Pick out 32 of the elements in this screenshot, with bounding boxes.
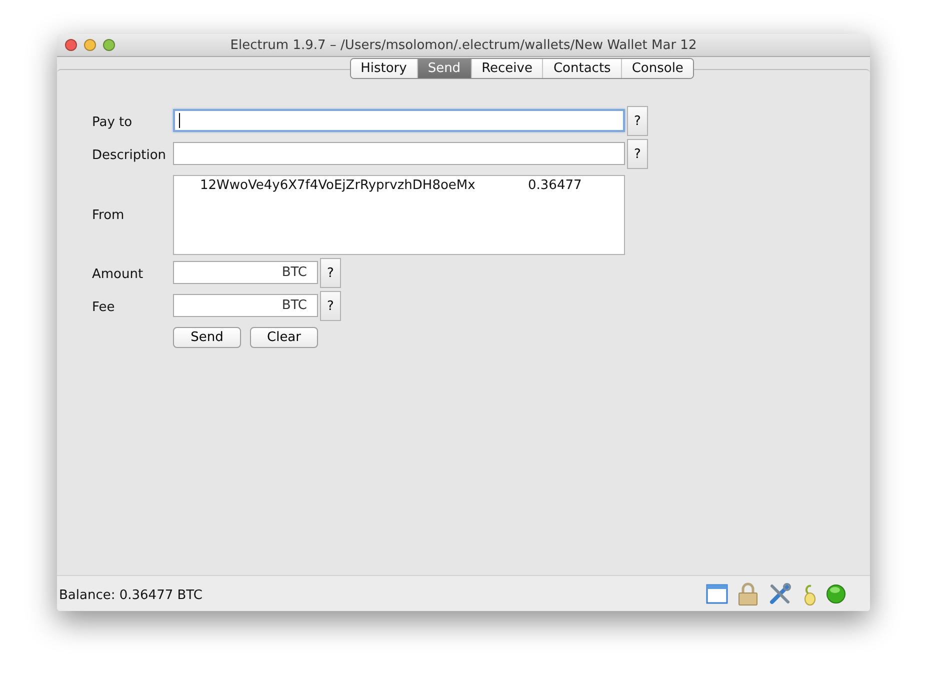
close-button[interactable] bbox=[65, 39, 77, 51]
help-button[interactable]: ? bbox=[320, 291, 341, 321]
clear-button[interactable]: Clear bbox=[250, 327, 318, 348]
help-button[interactable]: ? bbox=[627, 106, 648, 136]
minimize-button[interactable] bbox=[84, 39, 96, 51]
text-field[interactable] bbox=[173, 142, 625, 165]
field-label: Amount bbox=[92, 267, 144, 282]
connection-status-icon[interactable] bbox=[826, 584, 846, 604]
tab[interactable]: Receive bbox=[470, 59, 542, 78]
send-button[interactable]: Send bbox=[173, 327, 241, 348]
padlock-icon[interactable] bbox=[737, 582, 759, 606]
tools-icon[interactable] bbox=[768, 582, 792, 606]
field-label: From bbox=[92, 208, 126, 222]
amount-field[interactable]: BTC bbox=[173, 294, 318, 317]
help-button[interactable]: ? bbox=[320, 258, 341, 288]
help-button[interactable]: ? bbox=[627, 139, 648, 169]
tab[interactable]: Send bbox=[416, 59, 471, 78]
tab[interactable]: History bbox=[350, 59, 417, 78]
window-title: Electrum 1.9.7 – /Users/msolomon/.electrum/wallets/New Wallet Mar 12 bbox=[230, 38, 697, 52]
tab[interactable]: Console bbox=[620, 59, 694, 78]
window-icon[interactable] bbox=[706, 582, 728, 604]
field-label: Pay to bbox=[92, 115, 134, 130]
zoom-button[interactable] bbox=[103, 39, 115, 51]
field-label: Description bbox=[92, 148, 168, 163]
field-label: Fee bbox=[92, 300, 116, 315]
amount-text: 0.36477 bbox=[528, 178, 582, 193]
text-field[interactable] bbox=[173, 109, 625, 132]
coin-list[interactable]: 12WwoVe4y6X7f4VoEjZrRyprvzhDH8oeMx 0.36477 bbox=[173, 175, 625, 255]
address-text: 12WwoVe4y6X7f4VoEjZrRyprvzhDH8oeMx bbox=[200, 178, 476, 193]
tab[interactable]: Contacts bbox=[542, 59, 621, 78]
balance-text: Balance: 0.36477 BTC bbox=[59, 587, 204, 603]
amount-field[interactable]: BTC bbox=[173, 261, 318, 284]
